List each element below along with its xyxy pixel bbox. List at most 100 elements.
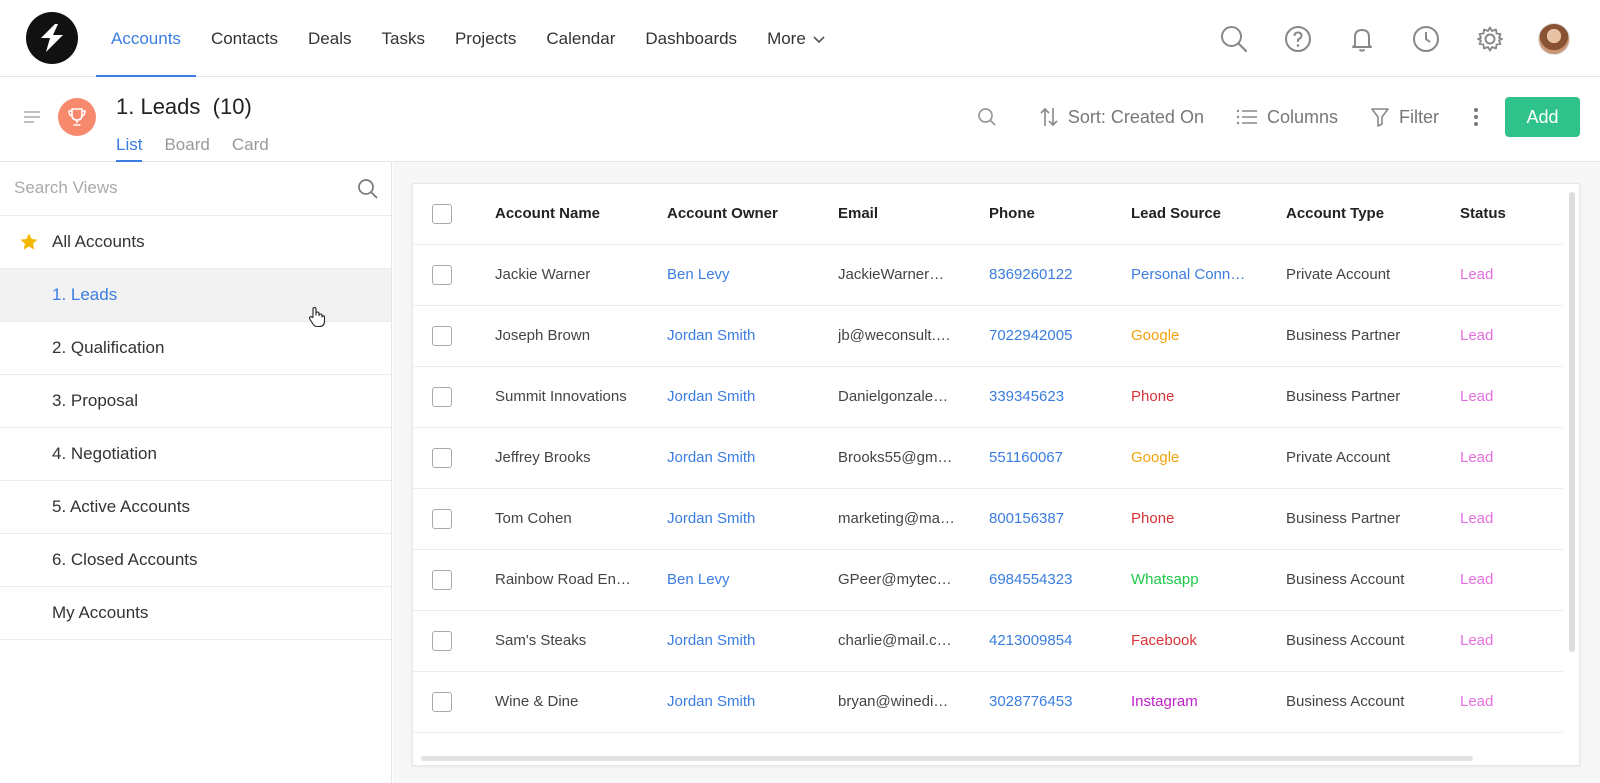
row-checkbox[interactable]: [432, 447, 452, 468]
view-my-accounts[interactable]: My Accounts: [0, 587, 391, 640]
nav-accounts[interactable]: Accounts: [96, 0, 196, 77]
nav-tasks[interactable]: Tasks: [367, 0, 440, 77]
view-proposal[interactable]: 3. Proposal: [0, 375, 391, 428]
tab-list[interactable]: List: [116, 135, 143, 162]
row-checkbox[interactable]: [432, 508, 452, 529]
nav-deals[interactable]: Deals: [293, 0, 366, 77]
row-checkbox[interactable]: [432, 691, 452, 712]
column-header[interactable]: Status: [1460, 184, 1563, 245]
row-checkbox[interactable]: [432, 630, 452, 651]
account-name-cell[interactable]: Jackie Warner: [495, 244, 667, 306]
gear-icon[interactable]: [1458, 0, 1522, 77]
columns-label: Columns: [1266, 106, 1338, 127]
more-options-button[interactable]: [1455, 97, 1497, 137]
account-owner-link[interactable]: Ben Levy: [667, 244, 838, 306]
account-name-cell[interactable]: Joseph Brown: [495, 305, 667, 367]
account-name-cell[interactable]: Jeffrey Brooks: [495, 427, 667, 489]
add-button[interactable]: Add: [1505, 97, 1580, 137]
account-name-cell[interactable]: Tom Cohen: [495, 488, 667, 550]
column-header[interactable]: Account Owner: [667, 184, 838, 245]
account-name-cell[interactable]: Rainbow Road En…: [495, 549, 667, 611]
search-icon: [978, 108, 996, 126]
app-logo[interactable]: [26, 12, 78, 64]
account-owner-link[interactable]: Jordan Smith: [667, 427, 838, 489]
account-name-cell[interactable]: Summit Innovations: [495, 366, 667, 428]
table-row[interactable]: Rainbow Road En… Ben Levy GPeer@mytec… 6984…: [413, 549, 1563, 611]
clock-icon[interactable]: [1394, 0, 1458, 77]
view-negotiation[interactable]: 4. Negotiation: [0, 428, 391, 481]
tab-board[interactable]: Board: [164, 135, 209, 162]
status-badge: Lead: [1460, 305, 1563, 367]
phone-link[interactable]: 551160067: [989, 427, 1131, 489]
columns-button[interactable]: Columns: [1220, 97, 1354, 137]
phone-link[interactable]: 3028776453: [989, 671, 1131, 733]
title-text: 1. Leads: [116, 94, 201, 119]
account-owner-link[interactable]: Jordan Smith: [667, 610, 838, 672]
phone-link[interactable]: 339345623: [989, 366, 1131, 428]
row-checkbox[interactable]: [432, 264, 452, 285]
row-checkbox[interactable]: [432, 325, 452, 346]
phone-link[interactable]: 8369260122: [989, 244, 1131, 306]
account-owner-link[interactable]: Jordan Smith: [667, 488, 838, 550]
search-views-input[interactable]: [14, 178, 344, 198]
table-search-button[interactable]: [961, 97, 1023, 137]
column-header[interactable]: Email: [838, 184, 989, 245]
account-owner-link[interactable]: Ben Levy: [667, 549, 838, 611]
nav-label: Tasks: [381, 28, 425, 48]
column-header[interactable]: Phone: [989, 184, 1131, 245]
view-leads[interactable]: 1. Leads: [0, 269, 391, 322]
nav-label: Calendar: [546, 28, 616, 48]
search-icon[interactable]: [1202, 0, 1266, 77]
table-row[interactable]: Sam's Steaks Jordan Smith charlie@mail.c… 4…: [413, 610, 1563, 672]
nav-contacts[interactable]: Contacts: [196, 0, 293, 77]
phone-link[interactable]: 6984554323: [989, 549, 1131, 611]
table-row[interactable]: Jackie Warner Ben Levy JackieWarner… 836926…: [413, 244, 1563, 306]
content-area: Account Name Account Owner Email Phone L…: [393, 162, 1600, 783]
account-type-cell: Private Account: [1286, 427, 1460, 489]
account-owner-link[interactable]: Jordan Smith: [667, 305, 838, 367]
search-icon[interactable]: [357, 178, 379, 205]
nav-more[interactable]: More: [752, 0, 841, 77]
nav-dashboards[interactable]: Dashboards: [630, 0, 752, 77]
vertical-scrollbar[interactable]: [1569, 192, 1575, 652]
table-row[interactable]: Tom Cohen Jordan Smith marketing@ma… 800156…: [413, 488, 1563, 550]
nav-calendar[interactable]: Calendar: [531, 0, 630, 77]
filter-button[interactable]: Filter: [1354, 97, 1455, 137]
select-all-checkbox[interactable]: [432, 203, 452, 224]
phone-link[interactable]: 800156387: [989, 488, 1131, 550]
table-row[interactable]: Joseph Brown Jordan Smith jb@weconsult.… 70…: [413, 305, 1563, 367]
email-cell: jb@weconsult.…: [838, 305, 989, 367]
account-name-cell[interactable]: Sam's Steaks: [495, 610, 667, 672]
lead-source-cell: Google: [1131, 305, 1286, 367]
email-cell: marketing@ma…: [838, 488, 989, 550]
row-checkbox[interactable]: [432, 386, 452, 407]
account-type-cell: Business Partner: [1286, 488, 1460, 550]
nav-projects[interactable]: Projects: [440, 0, 531, 77]
column-header[interactable]: Account Type: [1286, 184, 1460, 245]
view-qualification[interactable]: 2. Qualification: [0, 322, 391, 375]
row-select-cell: [413, 244, 495, 306]
sort-button[interactable]: Sort: Created On: [1023, 97, 1220, 137]
nav-label: More: [767, 28, 806, 48]
table-row[interactable]: Wine & Dine Jordan Smith bryan@winedi… 3028…: [413, 671, 1563, 733]
tab-card[interactable]: Card: [232, 135, 269, 162]
hamburger-icon[interactable]: [23, 110, 41, 129]
view-closed-accounts[interactable]: 6. Closed Accounts: [0, 534, 391, 587]
account-owner-link[interactable]: Jordan Smith: [667, 366, 838, 428]
table-row[interactable]: Summit Innovations Jordan Smith Danielgonz…: [413, 366, 1563, 428]
row-checkbox[interactable]: [432, 569, 452, 590]
account-name-cell[interactable]: Wine & Dine: [495, 671, 667, 733]
column-header[interactable]: Account Name: [495, 184, 667, 245]
bell-icon[interactable]: [1330, 0, 1394, 77]
view-active-accounts[interactable]: 5. Active Accounts: [0, 481, 391, 534]
avatar[interactable]: [1538, 22, 1570, 55]
page-title: 1. Leads (10): [116, 94, 252, 120]
view-all-accounts[interactable]: All Accounts: [0, 216, 391, 269]
horizontal-scrollbar[interactable]: [421, 756, 1473, 761]
column-header[interactable]: Lead Source: [1131, 184, 1286, 245]
phone-link[interactable]: 4213009854: [989, 610, 1131, 672]
account-owner-link[interactable]: Jordan Smith: [667, 671, 838, 733]
table-row[interactable]: Jeffrey Brooks Jordan Smith Brooks55@gm… 55…: [413, 427, 1563, 489]
help-icon[interactable]: [1266, 0, 1330, 77]
phone-link[interactable]: 7022942005: [989, 305, 1131, 367]
